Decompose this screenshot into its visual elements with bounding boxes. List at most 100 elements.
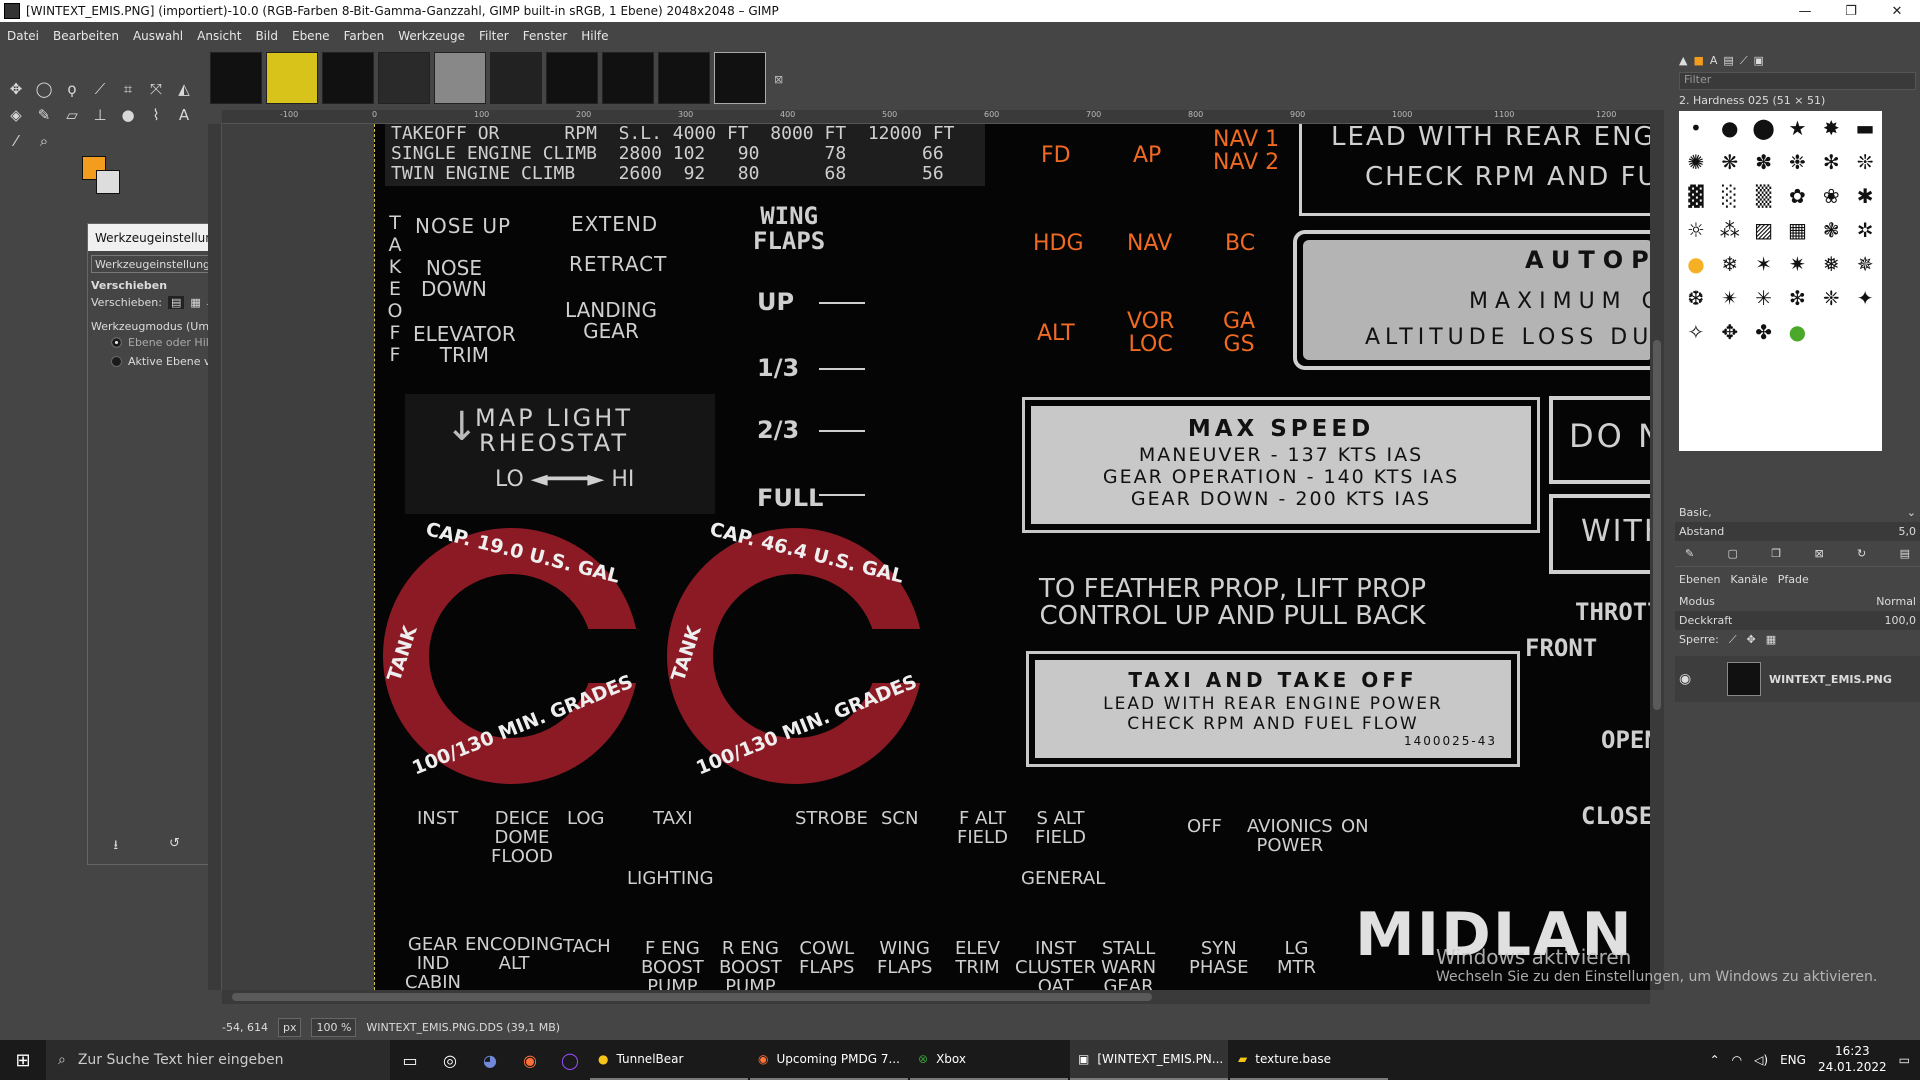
horizontal-scrollbar[interactable] (222, 990, 1650, 1004)
image-tab[interactable] (490, 52, 542, 104)
chevron-down-icon[interactable]: ⌄ (1907, 506, 1916, 519)
brush-item[interactable]: ❈ (1814, 281, 1848, 315)
tab-layers[interactable]: Ebenen (1679, 573, 1720, 586)
brush-item[interactable]: ✶ (1747, 247, 1781, 281)
image-tab[interactable] (378, 52, 430, 104)
maximize-button[interactable]: ❐ (1828, 4, 1874, 19)
fonts-tab-icon[interactable]: A (1710, 54, 1718, 67)
brush-item[interactable]: ✦ (1848, 281, 1882, 315)
mode-select[interactable]: Normal (1876, 595, 1916, 608)
language-indicator[interactable]: ENG (1780, 1053, 1806, 1067)
taskbar-app-active[interactable]: ▣ [WINTEXT_EMIS.PN... (1070, 1040, 1228, 1080)
scroll-thumb[interactable] (232, 993, 1152, 1001)
brush-item[interactable]: • (1679, 111, 1713, 145)
text-tool-icon[interactable]: A (170, 102, 198, 128)
edit-brush-icon[interactable]: ✎ (1685, 547, 1694, 560)
windows-start-icon[interactable]: ⊞ (0, 1050, 46, 1071)
restore-options-icon[interactable]: ↺ (169, 836, 180, 858)
brush-item[interactable]: ❀ (1814, 179, 1848, 213)
refresh-brush-icon[interactable]: ↻ (1857, 547, 1866, 560)
opacity-row[interactable]: Deckkraft 100,0 (1675, 611, 1920, 630)
background-color[interactable] (96, 170, 120, 194)
fuzzy-select-icon[interactable]: ⟋ (86, 76, 114, 102)
brush-item[interactable]: ● (1713, 111, 1747, 145)
brush-item[interactable]: ✧ (1679, 315, 1713, 349)
taskbar-app[interactable]: ◉ Upcoming PMDG 7... (750, 1040, 908, 1080)
new-brush-icon[interactable]: ▢ (1728, 547, 1738, 560)
clock[interactable]: 16:23 24.01.2022 (1818, 1044, 1887, 1075)
close-tab-icon[interactable]: ⊠ (774, 73, 788, 87)
images-tab-icon[interactable]: ▣ (1754, 54, 1764, 67)
zoom-icon[interactable]: ⌕ (30, 128, 58, 154)
menu-auswahl[interactable]: Auswahl (126, 29, 190, 43)
brush-item[interactable]: ✳ (1747, 281, 1781, 315)
brush-item[interactable]: ✲ (1848, 213, 1882, 247)
menu-hilfe[interactable]: Hilfe (574, 29, 615, 43)
brush-item[interactable]: ❇ (1780, 281, 1814, 315)
opacity-value[interactable]: 100,0 (1885, 614, 1917, 627)
steam-icon[interactable]: ◎ (430, 1051, 470, 1070)
brush-item[interactable]: ✥ (1713, 315, 1747, 349)
color-picker-icon[interactable]: ⁄ (2, 128, 30, 154)
image-tab[interactable] (266, 52, 318, 104)
menu-fenster[interactable]: Fenster (516, 29, 575, 43)
brush-item[interactable]: ✸ (1814, 111, 1848, 145)
brush-filter-input[interactable]: Filter (1679, 72, 1916, 90)
tab-paths[interactable]: Pfade (1778, 573, 1809, 586)
brush-item[interactable]: ✺ (1679, 145, 1713, 179)
image-tab[interactable] (658, 52, 710, 104)
vertical-scrollbar[interactable] (1650, 110, 1664, 990)
color-swatches[interactable] (82, 156, 122, 196)
brushes-tab-icon[interactable]: ▲ (1679, 54, 1687, 67)
visibility-eye-icon[interactable]: ◉ (1679, 671, 1699, 687)
ellipse-select-icon[interactable]: ◯ (30, 76, 58, 102)
brush-item[interactable]: ⬤ (1747, 111, 1781, 145)
transform-icon[interactable]: ⤧ (142, 76, 170, 102)
menu-ansicht[interactable]: Ansicht (190, 29, 248, 43)
texture-image[interactable]: TAKEOFF OR RPM S.L. 4000 FT 8000 FT 1200… (374, 124, 1650, 990)
discord-icon[interactable]: ◕ (470, 1051, 510, 1070)
bucket-fill-icon[interactable]: ◈ (2, 102, 30, 128)
brush-item[interactable]: ✤ (1747, 315, 1781, 349)
layer-mode-row[interactable]: Modus Normal (1675, 592, 1920, 611)
save-options-icon[interactable]: ⭳ (113, 836, 118, 858)
brush-item[interactable]: ▒ (1747, 179, 1781, 213)
brush-item[interactable]: ▓ (1679, 179, 1713, 213)
image-tab[interactable] (546, 52, 598, 104)
layer-name[interactable]: WINTEXT_EMIS.PNG (1769, 673, 1892, 686)
brush-item[interactable]: ❋ (1713, 145, 1747, 179)
menu-filter[interactable]: Filter (472, 29, 516, 43)
image-tab-active[interactable] (714, 52, 766, 104)
brush-item[interactable]: ✴ (1713, 281, 1747, 315)
radio-dot[interactable] (111, 356, 122, 367)
brush-item[interactable]: ▦ (1780, 213, 1814, 247)
eraser-icon[interactable]: ▱ (58, 102, 86, 128)
zoom-select[interactable]: 100 % (311, 1017, 357, 1037)
brush-preset[interactable]: Basic, (1679, 506, 1712, 519)
brush-item[interactable]: ❉ (1780, 145, 1814, 179)
brush-preset-row[interactable]: Basic, ⌄ (1675, 503, 1920, 522)
taskbar-app[interactable]: ▰ texture.base (1230, 1040, 1388, 1080)
move-selection-icon[interactable]: ▦ (190, 296, 200, 309)
menu-werkzeuge[interactable]: Werkzeuge (391, 29, 472, 43)
brush-grid[interactable]: • ● ⬤ ★ ✸ ▬ ✺ ❋ ✽ ❉ ✻ ❊ ▓ ░ ▒ ✿ ❀ ✱ ☼ ⁂ … (1679, 111, 1882, 451)
lock-alpha-icon[interactable]: ▦ (1766, 633, 1776, 647)
unit-select[interactable]: px (277, 1017, 302, 1037)
brush-item[interactable]: ✻ (1814, 145, 1848, 179)
image-tab[interactable] (434, 52, 486, 104)
lasso-icon[interactable]: ϙ (58, 76, 86, 102)
paths-icon[interactable]: ⌇ (142, 102, 170, 128)
patterns-tab-icon[interactable]: ■ (1693, 54, 1703, 67)
notification-icon[interactable]: ▭ (1899, 1053, 1910, 1067)
menu-farben[interactable]: Farben (337, 29, 392, 43)
menu-datei[interactable]: Datei (0, 29, 46, 43)
lock-pixels-icon[interactable]: ⟋ (1729, 633, 1737, 647)
image-tab[interactable] (210, 52, 262, 104)
paintbrush-icon[interactable]: ✎ (30, 102, 58, 128)
layer-row[interactable]: ◉ WINTEXT_EMIS.PNG (1675, 656, 1920, 702)
brush-item[interactable]: ▬ (1848, 111, 1882, 145)
menu-bearbeiten[interactable]: Bearbeiten (46, 29, 126, 43)
brush-item[interactable]: ✽ (1747, 145, 1781, 179)
brush-item[interactable]: ✿ (1780, 179, 1814, 213)
brush-item[interactable]: ☼ (1679, 213, 1713, 247)
